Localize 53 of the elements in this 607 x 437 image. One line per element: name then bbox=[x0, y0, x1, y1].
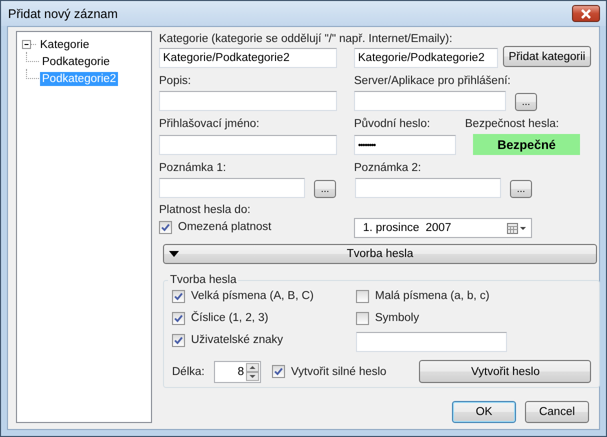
description-field[interactable] bbox=[159, 91, 337, 111]
create-password-button[interactable]: Vytvořit heslo bbox=[419, 360, 592, 383]
custom-chars-field[interactable] bbox=[356, 332, 507, 352]
strength-indicator: Bezpečné bbox=[473, 134, 580, 155]
field-label: Poznámka 2: bbox=[354, 162, 422, 174]
new-category-field[interactable]: Kategorie/Podkategorie2 bbox=[354, 48, 498, 68]
field-label: Poznámka 1: bbox=[159, 162, 228, 174]
field-label: Bezpečnost hesla: bbox=[465, 118, 559, 130]
server-field[interactable] bbox=[354, 91, 506, 111]
field-label: Délka: bbox=[172, 366, 206, 378]
cancel-button[interactable]: Cancel bbox=[525, 401, 589, 423]
field-label: Původní heslo: bbox=[354, 118, 432, 130]
checkmark-icon bbox=[161, 222, 170, 232]
calendar-dropdown-icon[interactable] bbox=[507, 222, 527, 234]
checkmark-icon bbox=[174, 314, 183, 322]
option-checkbox[interactable]: Symboly bbox=[356, 310, 516, 326]
strong-password-checkbox[interactable]: Vytvořit silné heslo bbox=[272, 365, 386, 378]
checkmark-icon bbox=[174, 336, 183, 344]
option-checkbox[interactable]: Velká písmena (A, B, C) bbox=[172, 288, 356, 304]
browse-button[interactable]: ... bbox=[515, 93, 537, 111]
category-field[interactable]: Kategorie/Podkategorie2 bbox=[159, 48, 337, 68]
field-label: Server/Aplikace pro přihlášení: bbox=[354, 75, 511, 87]
browse-button[interactable]: ... bbox=[314, 180, 336, 198]
checkmark-icon bbox=[174, 292, 183, 300]
login-field[interactable] bbox=[159, 134, 337, 154]
tree-item[interactable]: Podkategorie bbox=[40, 54, 112, 68]
close-button[interactable] bbox=[572, 5, 600, 22]
field-label: Popis: bbox=[159, 75, 192, 87]
option-checkbox[interactable]: Malá písmena (a, b, c) bbox=[356, 288, 516, 304]
browse-button[interactable]: ... bbox=[510, 180, 532, 198]
expander-button[interactable]: Tvorba hesla bbox=[163, 244, 597, 264]
limited-validity-checkbox[interactable]: Omezená platnost bbox=[159, 220, 354, 234]
option-checkbox[interactable]: Uživatelské znaky bbox=[172, 332, 356, 348]
window-title: Přidat nový záznam bbox=[8, 6, 118, 20]
date-picker[interactable]: 1. prosince 2007 bbox=[354, 218, 532, 238]
option-checkbox[interactable]: Číslice (1, 2, 3) bbox=[172, 310, 356, 326]
add-category-button[interactable]: Přidat kategorii bbox=[503, 46, 591, 67]
collapse-icon[interactable] bbox=[22, 39, 37, 50]
field-label: Platnost hesla do: bbox=[159, 204, 252, 216]
note-field[interactable] bbox=[355, 178, 501, 198]
checkmark-icon bbox=[274, 367, 283, 376]
ok-button[interactable]: OK bbox=[452, 401, 516, 423]
spin-arrows-icon[interactable] bbox=[246, 362, 259, 380]
date-value: 1. prosince 2007 bbox=[363, 222, 452, 234]
close-icon bbox=[580, 8, 592, 18]
tree-item[interactable]: Kategorie bbox=[38, 38, 92, 52]
length-spinner[interactable]: 8 bbox=[214, 360, 261, 382]
group-title: Tvorba hesla bbox=[169, 274, 238, 286]
field-label: Přihlašovací jméno: bbox=[159, 118, 260, 130]
field-label: Kategorie (kategorie se oddělují "/" např. Internet/Emaily): bbox=[159, 33, 454, 45]
triangle-icon bbox=[169, 251, 179, 258]
password-field[interactable]: •••••••• bbox=[354, 134, 456, 154]
note-field[interactable] bbox=[159, 178, 305, 198]
